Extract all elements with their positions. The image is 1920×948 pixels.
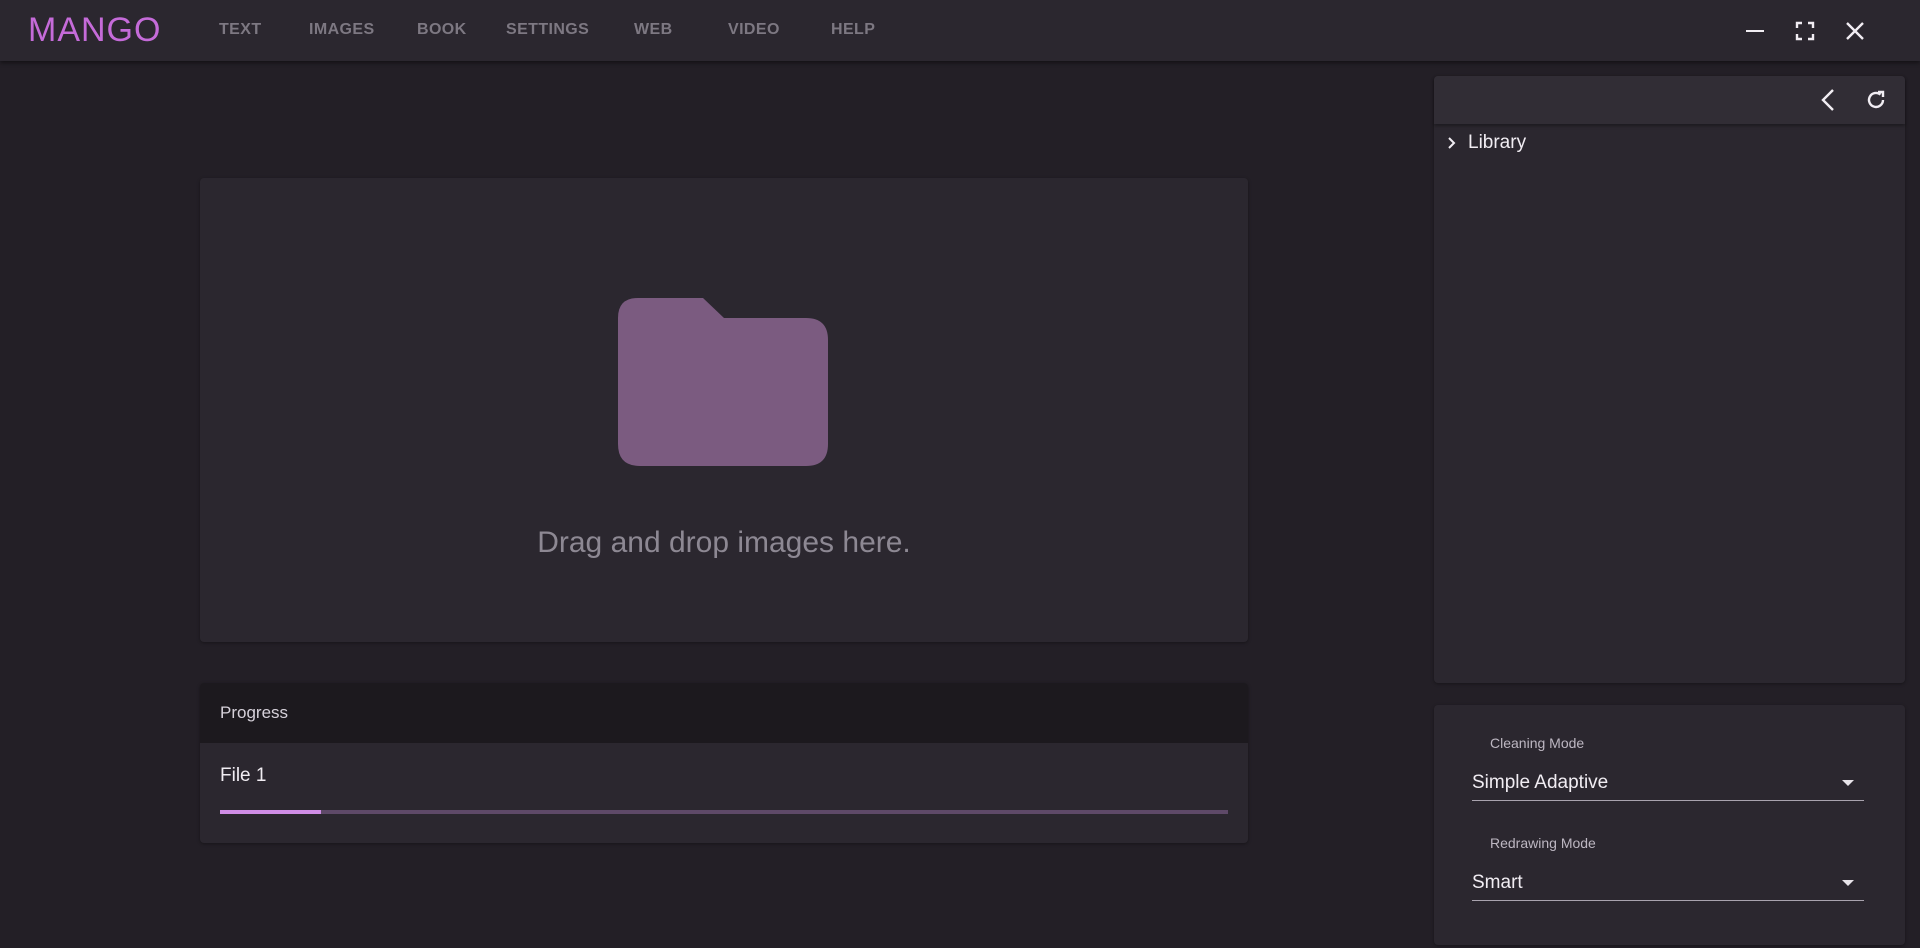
close-icon bbox=[1846, 22, 1864, 40]
redrawing-mode-label: Redrawing Mode bbox=[1490, 835, 1596, 851]
nav-item-settings[interactable]: SETTINGS bbox=[506, 21, 589, 39]
tree-item-library[interactable]: Library bbox=[1444, 132, 1526, 154]
fullscreen-button[interactable] bbox=[1780, 14, 1830, 48]
progress-panel: Progress File 1 bbox=[200, 683, 1248, 843]
fullscreen-icon bbox=[1795, 21, 1815, 41]
back-icon bbox=[1821, 89, 1834, 111]
top-app-bar: MANGO TEXT IMAGES BOOK SETTINGS WEB VIDE… bbox=[0, 0, 1920, 61]
nav-item-help[interactable]: HELP bbox=[831, 21, 875, 39]
dropdown-caret-icon bbox=[1842, 779, 1854, 786]
redrawing-mode-field: Redrawing Mode Smart bbox=[1472, 835, 1864, 901]
folder-icon bbox=[618, 298, 828, 466]
cleaning-mode-label: Cleaning Mode bbox=[1490, 735, 1585, 751]
tree-item-label: Library bbox=[1468, 132, 1527, 153]
file-progress-fill bbox=[220, 810, 321, 814]
progress-title: Progress bbox=[220, 703, 289, 722]
refresh-button[interactable] bbox=[1860, 84, 1892, 116]
window-controls bbox=[1730, 14, 1880, 48]
logo-text: MANGO bbox=[28, 10, 162, 49]
app-logo: MANGO bbox=[28, 10, 162, 49]
nav-item-video[interactable]: VIDEO bbox=[728, 21, 780, 39]
dropzone-text: Drag and drop images here. bbox=[537, 526, 911, 559]
refresh-icon bbox=[1867, 90, 1885, 109]
chevron-right-icon bbox=[1448, 137, 1456, 149]
image-dropzone[interactable]: Drag and drop images here. bbox=[200, 178, 1248, 642]
nav-item-text[interactable]: TEXT bbox=[219, 21, 262, 39]
cleaning-mode-select[interactable]: Simple Adaptive bbox=[1472, 765, 1864, 801]
close-button[interactable] bbox=[1830, 14, 1880, 48]
cleaning-mode-value: Simple Adaptive bbox=[1472, 771, 1609, 793]
redrawing-mode-select[interactable]: Smart bbox=[1472, 865, 1864, 901]
file-progress-bar bbox=[220, 810, 1228, 814]
library-toolbar bbox=[1434, 76, 1905, 124]
settings-panel: Cleaning Mode Simple Adaptive Redrawing … bbox=[1434, 705, 1905, 945]
minimize-icon bbox=[1746, 30, 1764, 32]
redrawing-mode-value: Smart bbox=[1472, 871, 1523, 893]
dropdown-caret-icon bbox=[1842, 879, 1854, 886]
nav-item-images[interactable]: IMAGES bbox=[309, 21, 375, 39]
nav-item-book[interactable]: BOOK bbox=[417, 21, 467, 39]
progress-header: Progress bbox=[200, 683, 1248, 743]
library-panel: Library bbox=[1434, 76, 1905, 683]
minimize-button[interactable] bbox=[1730, 14, 1780, 48]
cleaning-mode-field: Cleaning Mode Simple Adaptive bbox=[1472, 735, 1864, 801]
back-button[interactable] bbox=[1812, 84, 1844, 116]
file-name: File 1 bbox=[220, 765, 267, 786]
nav-item-web[interactable]: WEB bbox=[634, 21, 673, 39]
